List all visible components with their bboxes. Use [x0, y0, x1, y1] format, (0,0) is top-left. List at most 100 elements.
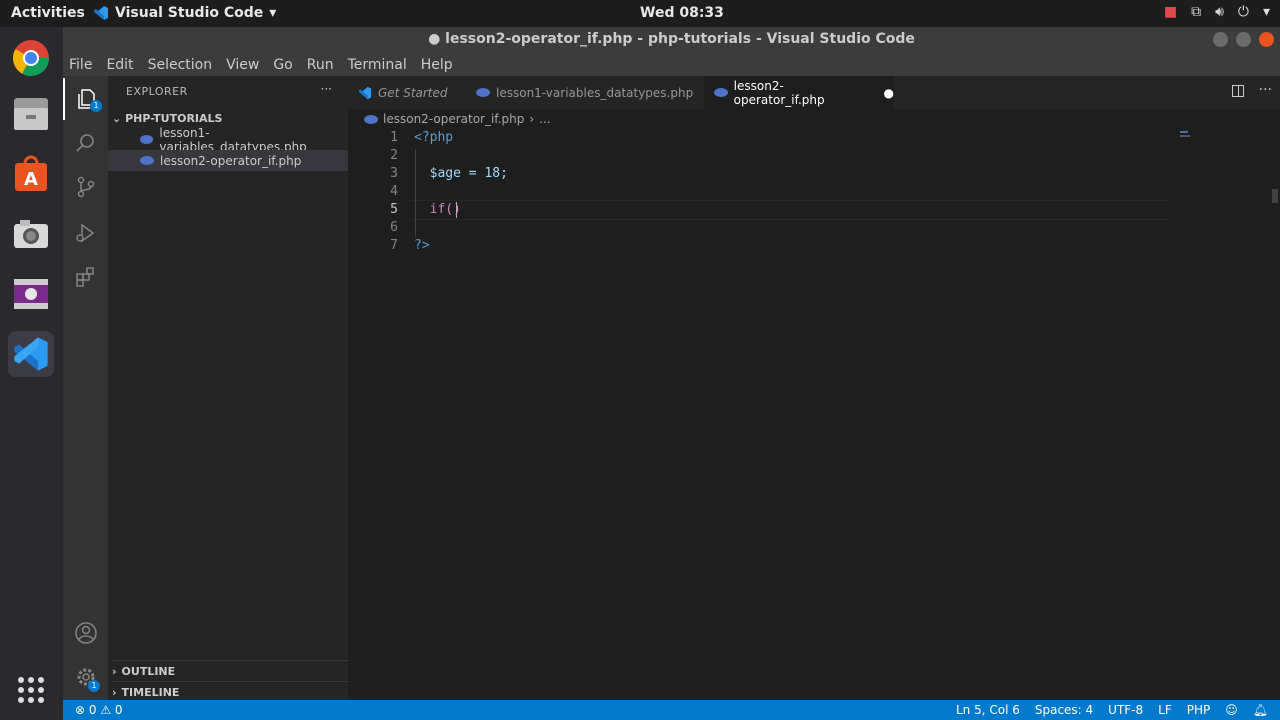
php-file-icon	[140, 156, 154, 165]
indent-guide	[415, 149, 416, 237]
files-icon	[14, 98, 48, 130]
source-control-icon	[77, 176, 94, 198]
settings-badge: 1	[88, 680, 100, 692]
camera-icon	[14, 220, 48, 248]
explorer-header: EXPLORER	[126, 85, 188, 98]
menu-go[interactable]: Go	[273, 57, 292, 73]
split-editor-button[interactable]	[1232, 85, 1244, 97]
software-launcher[interactable]: A	[8, 151, 54, 197]
php-file-icon	[140, 135, 154, 144]
app-grid-icon	[18, 677, 44, 703]
menu-bar: File Edit Selection View Go Run Terminal…	[63, 53, 1280, 76]
encoding[interactable]: UTF-8	[1108, 703, 1143, 717]
menu-selection[interactable]: Selection	[148, 57, 213, 73]
clock[interactable]: Wed 08:33	[640, 5, 724, 21]
explorer-badge: 1	[90, 100, 102, 112]
ubuntu-top-bar: Activities Visual Studio Code ▾ Wed 08:3…	[0, 0, 1280, 27]
cursor-position[interactable]: Ln 5, Col 6	[956, 703, 1020, 717]
unsaved-dot-icon[interactable]: ●	[884, 86, 894, 100]
system-tray[interactable]: ■ ⧉ 🔊︎ ⏻ ▾	[1164, 4, 1270, 20]
language-mode[interactable]: PHP	[1187, 703, 1211, 717]
code-line: ?>	[414, 238, 430, 253]
line-number: 1	[390, 130, 398, 145]
close-button[interactable]	[1259, 32, 1274, 47]
svg-text:A: A	[24, 169, 38, 190]
file-name: lesson2-operator_if.php	[160, 153, 302, 168]
source-control-activity[interactable]	[63, 166, 108, 208]
menu-help[interactable]: Help	[421, 57, 453, 73]
app-menu[interactable]: Visual Studio Code ▾	[93, 5, 276, 21]
dock: A	[0, 27, 63, 720]
tab-get-started[interactable]: Get Started	[348, 76, 466, 109]
more-actions-button[interactable]: ···	[1259, 82, 1272, 98]
chevron-down-icon: ⌄	[112, 112, 122, 125]
tab-lesson2[interactable]: lesson2-operator_if.php ●	[704, 76, 894, 109]
explorer-activity[interactable]: 1	[63, 78, 110, 120]
workspace-folder[interactable]: ⌄ PHP-TUTORIALS	[112, 112, 222, 125]
scrollbar[interactable]	[1272, 189, 1278, 203]
php-file-icon	[714, 88, 728, 97]
activity-bar: 1 1	[63, 76, 108, 700]
explorer-sidebar: EXPLORER ··· ⌄ PHP-TUTORIALS lesson1-var…	[108, 76, 348, 700]
code-editor[interactable]: lesson2-operator_if.php › ... 1 2 3 4 5 …	[348, 109, 1280, 700]
feedback-icon[interactable]: ☺	[1225, 703, 1238, 717]
activities-button[interactable]: Activities	[11, 5, 85, 21]
menu-file[interactable]: File	[69, 57, 92, 73]
line-number: 5	[390, 202, 398, 217]
indentation[interactable]: Spaces: 4	[1035, 703, 1093, 717]
menu-view[interactable]: View	[226, 57, 259, 73]
ubuntu-software-icon: A	[15, 155, 47, 191]
run-debug-activity[interactable]	[63, 212, 108, 254]
minimap[interactable]	[1178, 129, 1268, 169]
network-icon[interactable]: ⧉	[1191, 4, 1201, 20]
file-item[interactable]: lesson2-operator_if.php	[108, 150, 348, 171]
editor-tabs: Get Started lesson1-variables_datatypes.…	[348, 76, 1280, 109]
manage-activity[interactable]: 1	[63, 656, 108, 698]
show-applications-button[interactable]	[8, 667, 54, 713]
accounts-activity[interactable]	[63, 612, 108, 654]
chevron-down-icon[interactable]: ▾	[1263, 4, 1270, 20]
files-launcher[interactable]	[8, 91, 54, 137]
line-number: 3	[390, 166, 398, 181]
breadcrumb[interactable]: lesson2-operator_if.php › ...	[364, 112, 551, 126]
extensions-activity[interactable]	[63, 256, 108, 298]
vscode-icon	[358, 86, 372, 99]
outline-section[interactable]: › OUTLINE	[112, 660, 348, 682]
code-line: if()	[414, 202, 461, 217]
problems-indicator[interactable]: ⊗ 0 ⚠ 0	[75, 703, 123, 717]
minimize-button[interactable]	[1213, 32, 1228, 47]
end-of-line[interactable]: LF	[1158, 703, 1172, 717]
chevron-right-icon: ›	[112, 665, 117, 678]
notifications-bell-icon[interactable]: 🔔︎	[1253, 703, 1268, 717]
account-icon	[74, 622, 97, 644]
tab-label: Get Started	[378, 85, 448, 100]
video-launcher[interactable]	[8, 271, 54, 317]
window-titlebar[interactable]: ● lesson2-operator_if.php - php-tutorial…	[63, 27, 1280, 53]
vscode-icon	[14, 337, 48, 371]
maximize-button[interactable]	[1236, 32, 1251, 47]
php-file-icon	[476, 88, 490, 97]
run-debug-icon	[75, 223, 94, 243]
menu-edit[interactable]: Edit	[106, 57, 133, 73]
chrome-icon	[12, 40, 50, 77]
vscode-icon	[94, 6, 108, 20]
file-item[interactable]: lesson1-variables_datatypes.php	[108, 126, 348, 154]
power-icon[interactable]: ⏻	[1238, 4, 1249, 20]
chrome-launcher[interactable]	[8, 35, 54, 81]
camera-launcher[interactable]	[8, 211, 54, 257]
menu-run[interactable]: Run	[307, 57, 334, 73]
breadcrumb-file[interactable]: lesson2-operator_if.php	[383, 112, 524, 126]
menu-terminal[interactable]: Terminal	[348, 57, 407, 73]
volume-icon[interactable]: 🔊︎	[1215, 4, 1224, 20]
search-activity[interactable]	[63, 122, 108, 164]
php-file-icon	[364, 114, 378, 124]
tab-lesson1[interactable]: lesson1-variables_datatypes.php	[466, 76, 704, 109]
line-number: 2	[390, 148, 398, 163]
screen-record-icon[interactable]: ■	[1164, 4, 1177, 20]
chevron-right-icon: ›	[529, 112, 535, 126]
vscode-launcher[interactable]	[8, 331, 54, 377]
minimap-line	[1180, 131, 1188, 133]
more-actions-button[interactable]: ···	[321, 82, 332, 96]
breadcrumb-more[interactable]: ...	[539, 112, 550, 126]
extensions-icon	[75, 267, 94, 287]
